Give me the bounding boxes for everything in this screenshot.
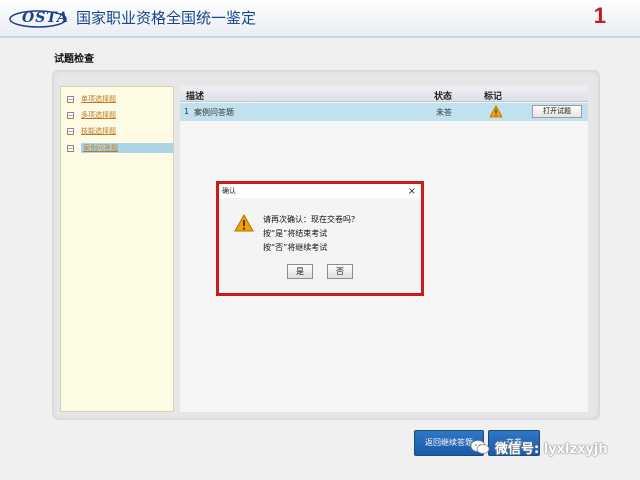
- row-description: 案例问答题: [194, 108, 234, 117]
- page-title: 国家职业资格全国统一鉴定: [76, 9, 257, 27]
- question-type-item[interactable]: − 多项选择题: [67, 109, 116, 121]
- collapse-toggle-icon[interactable]: −: [67, 95, 74, 103]
- logo-text: OSTA: [22, 10, 69, 26]
- question-type-item[interactable]: − 技能选择题: [67, 125, 116, 137]
- close-icon[interactable]: ×: [408, 185, 416, 199]
- dialog-title: 确认: [222, 187, 236, 195]
- wechat-icon: [470, 440, 490, 454]
- column-header-status: 状态: [434, 92, 453, 102]
- section-title: 试题检查: [54, 54, 94, 65]
- collapse-toggle-icon[interactable]: −: [67, 144, 74, 152]
- dialog-message: 按“否”将继续考试: [263, 243, 328, 252]
- question-type-label[interactable]: 技能选择题: [81, 126, 116, 136]
- row-index: 1: [184, 107, 190, 116]
- row-status: 未答: [436, 108, 452, 117]
- collapse-toggle-icon[interactable]: −: [67, 127, 74, 135]
- watermark-text: 微信号: lyxlzxyjh: [495, 441, 608, 457]
- osta-logo: OSTA: [8, 7, 68, 29]
- table-header: 描述 状态 标记: [180, 86, 588, 102]
- step-number: 1: [593, 3, 606, 28]
- collapse-toggle-icon[interactable]: −: [67, 111, 74, 119]
- question-type-item[interactable]: − 单项选择题: [67, 93, 116, 105]
- wechat-watermark: 微信号: lyxlzxyjh: [470, 436, 608, 458]
- dialog-message: 按“是”将结束考试: [263, 229, 328, 238]
- column-header-description: 描述: [186, 92, 205, 102]
- dialog-body: 请再次确认：现在交卷吗？ 按“是”将结束考试 按“否”将继续考试 是 否: [219, 198, 421, 293]
- app-header: OSTA 国家职业资格全国统一鉴定 1: [0, 0, 640, 38]
- question-type-label[interactable]: 单项选择题: [81, 94, 116, 104]
- warning-icon[interactable]: [489, 105, 503, 118]
- table-row[interactable]: 1 案例问答题 未答 打开试题: [180, 103, 588, 121]
- open-question-button[interactable]: 打开试题: [532, 105, 582, 118]
- no-button[interactable]: 否: [327, 264, 353, 279]
- warning-icon: [234, 214, 254, 232]
- confirm-dialog: 确认 × 请再次确认：现在交卷吗？ 按“是”将结束考试 按“否”将继续考试 是 …: [216, 181, 424, 296]
- question-type-list: − 单项选择题 − 多项选择题 − 技能选择题 − 案例问答题: [60, 86, 174, 412]
- question-type-label[interactable]: 案例问答题: [81, 143, 173, 153]
- yes-button[interactable]: 是: [287, 264, 313, 279]
- dialog-message: 请再次确认：现在交卷吗？: [263, 215, 359, 224]
- question-type-label[interactable]: 多项选择题: [81, 110, 116, 120]
- dialog-titlebar: 确认 ×: [219, 184, 421, 198]
- question-type-item-active[interactable]: − 案例问答题: [67, 142, 173, 154]
- column-header-mark: 标记: [484, 92, 503, 102]
